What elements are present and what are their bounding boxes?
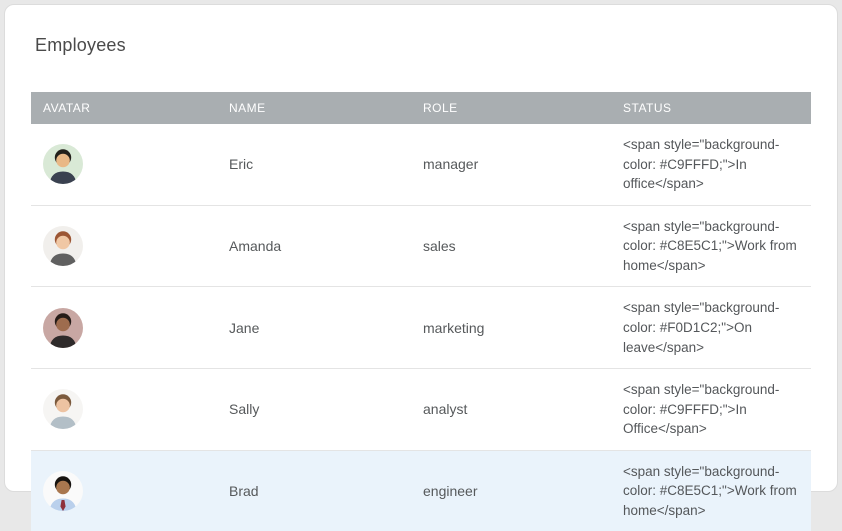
avatar [43, 389, 83, 429]
avatar-cell [31, 124, 217, 205]
employee-role: engineer [411, 450, 611, 531]
column-header-role: ROLE [411, 92, 611, 124]
column-header-status: STATUS [611, 92, 811, 124]
employee-status: <span style="background-color: #C9FFFD;"… [611, 124, 811, 205]
employee-status: <span style="background-color: #C8E5C1;"… [611, 450, 811, 531]
employee-status: <span style="background-color: #C9FFFD;"… [611, 369, 811, 451]
employee-name: Brad [217, 450, 411, 531]
avatar [43, 471, 83, 511]
employee-status: <span style="background-color: #F0D1C2;"… [611, 287, 811, 369]
avatar-cell [31, 369, 217, 451]
employee-name: Sally [217, 369, 411, 451]
avatar [43, 144, 83, 184]
employee-name: Jane [217, 287, 411, 369]
page-title: Employees [35, 35, 811, 55]
avatar [43, 308, 83, 348]
employee-name: Eric [217, 124, 411, 205]
column-header-avatar: AVATAR [31, 92, 217, 124]
employee-role: marketing [411, 287, 611, 369]
employee-role: sales [411, 205, 611, 287]
table-row[interactable]: Brad engineer <span style="background-co… [31, 450, 811, 531]
employees-table: AVATAR NAME ROLE STATUS [31, 92, 811, 531]
employee-status: <span style="background-color: #C8E5C1;"… [611, 205, 811, 287]
table-row[interactable]: Jane marketing <span style="background-c… [31, 287, 811, 369]
table-row[interactable]: Amanda sales <span style="background-col… [31, 205, 811, 287]
avatar [43, 226, 83, 266]
table-header-row: AVATAR NAME ROLE STATUS [31, 92, 811, 124]
column-header-name: NAME [217, 92, 411, 124]
employee-name: Amanda [217, 205, 411, 287]
employee-role: analyst [411, 369, 611, 451]
avatar-cell [31, 205, 217, 287]
employees-card: Employees AVATAR NAME ROLE STATUS [4, 4, 838, 492]
avatar-cell [31, 450, 217, 531]
table-row[interactable]: Eric manager <span style="background-col… [31, 124, 811, 205]
avatar-cell [31, 287, 217, 369]
employee-role: manager [411, 124, 611, 205]
table-row[interactable]: Sally analyst <span style="background-co… [31, 369, 811, 451]
